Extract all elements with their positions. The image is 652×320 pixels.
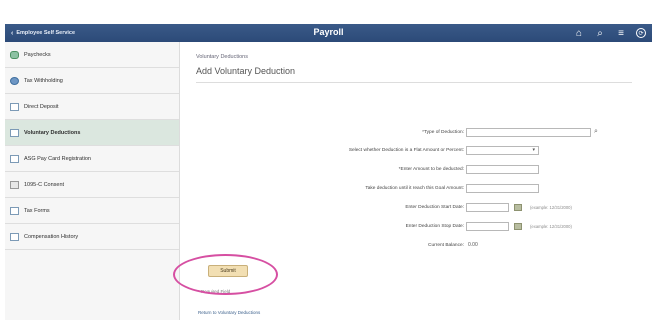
money-icon	[10, 50, 19, 59]
document-icon	[10, 206, 19, 215]
goal-amount-label: Take deduction until it reach this Goal …	[365, 185, 464, 191]
return-to-voluntary-deductions-link[interactable]: Return to Voluntary Deductions	[198, 310, 260, 315]
sidebar-item-label: 1095-C Consent	[24, 181, 65, 188]
stop-date-label: Enter Deduction Stop Date:	[405, 223, 464, 229]
amount-row: *Enter Amount to be deducted:	[181, 164, 539, 174]
stop-date-row: Enter Deduction Stop Date: (example: 12/…	[181, 221, 572, 231]
calendar-icon[interactable]	[514, 222, 522, 230]
flat-or-percent-row: Select whether Deduction is a Flat Amoun…	[181, 145, 539, 155]
sidebar-item-compensation-history[interactable]: Compensation History	[5, 224, 179, 250]
sidebar-item-label: Paychecks	[24, 51, 51, 58]
current-balance-value: 0.00	[468, 242, 478, 248]
start-date-label: Enter Deduction Start Date:	[405, 204, 464, 210]
page-title: Add Voluntary Deduction	[196, 66, 296, 76]
breadcrumb[interactable]: Voluntary Deductions	[196, 54, 248, 60]
type-of-deduction-input[interactable]	[466, 127, 591, 137]
calendar-icon[interactable]	[514, 203, 522, 211]
start-date-example: (example: 12/31/2000)	[530, 204, 572, 210]
document-icon	[10, 154, 19, 163]
sidebar-item-label: ASG Pay Card Registration	[24, 155, 91, 162]
sidebar-item-tax-withholding[interactable]: Tax Withholding	[5, 68, 179, 94]
search-icon[interactable]: ⌕	[594, 128, 598, 136]
flat-or-percent-label: Select whether Deduction is a Flat Amoun…	[348, 147, 464, 153]
sidebar-item-label: Compensation History	[24, 233, 79, 240]
start-date-input[interactable]	[466, 202, 509, 212]
page-title-payroll: Payroll	[313, 27, 344, 37]
goal-amount-row: Take deduction until it reach this Goal …	[181, 183, 539, 193]
sidebar-item-label: Tax Forms	[24, 207, 50, 214]
sidebar: Paychecks Tax Withholding Direct Deposit…	[5, 42, 180, 320]
search-icon[interactable]: ⌕	[594, 26, 606, 40]
type-of-deduction-label: *Type of Deduction:	[422, 129, 464, 135]
document-icon	[10, 232, 19, 241]
sidebar-item-label: Tax Withholding	[24, 77, 63, 84]
flat-or-percent-select[interactable]: ▾	[466, 145, 539, 155]
top-navigation-bar: ‹ Employee Self Service Payroll ⌂ ⌕ ≡ ⟳	[5, 24, 652, 42]
submit-highlight-circle	[173, 254, 278, 295]
goal-amount-input[interactable]	[466, 183, 539, 193]
type-of-deduction-row: *Type of Deduction: ⌕	[181, 127, 598, 137]
sidebar-item-1095-c-consent[interactable]: 1095-C Consent	[5, 172, 179, 198]
sidebar-item-direct-deposit[interactable]: Direct Deposit	[5, 94, 179, 120]
title-divider	[196, 82, 632, 83]
pen-icon	[10, 180, 19, 189]
chevron-left-icon: ‹	[11, 29, 14, 37]
start-date-row: Enter Deduction Start Date: (example: 12…	[181, 202, 572, 212]
menu-icon[interactable]: ≡	[615, 26, 627, 40]
stop-date-example: (example: 12/31/2000)	[530, 223, 572, 229]
sidebar-item-asg-pay-card-registration[interactable]: ASG Pay Card Registration	[5, 146, 179, 172]
document-icon	[10, 102, 19, 111]
sidebar-item-label: Direct Deposit	[24, 103, 59, 110]
top-bar-icons: ⌂ ⌕ ≡ ⟳	[573, 26, 646, 40]
home-icon[interactable]: ⌂	[573, 26, 585, 40]
tax-icon	[10, 76, 19, 85]
document-icon	[10, 128, 19, 137]
sidebar-item-voluntary-deductions[interactable]: Voluntary Deductions	[5, 120, 179, 146]
navbar-icon[interactable]: ⟳	[636, 28, 646, 38]
sidebar-item-tax-forms[interactable]: Tax Forms	[5, 198, 179, 224]
current-balance-row: Current Balance: 0.00	[181, 240, 478, 250]
current-balance-label: Current Balance:	[428, 242, 464, 248]
back-link-label: Employee Self Service	[16, 30, 76, 36]
sidebar-item-label: Voluntary Deductions	[24, 129, 81, 136]
stop-date-input[interactable]	[466, 221, 509, 231]
employee-self-service-back-link[interactable]: ‹ Employee Self Service	[11, 28, 75, 38]
amount-input[interactable]	[466, 164, 539, 174]
chevron-down-icon: ▾	[532, 146, 535, 153]
sidebar-item-paychecks[interactable]: Paychecks	[5, 42, 179, 68]
amount-label: *Enter Amount to be deducted:	[398, 166, 464, 172]
